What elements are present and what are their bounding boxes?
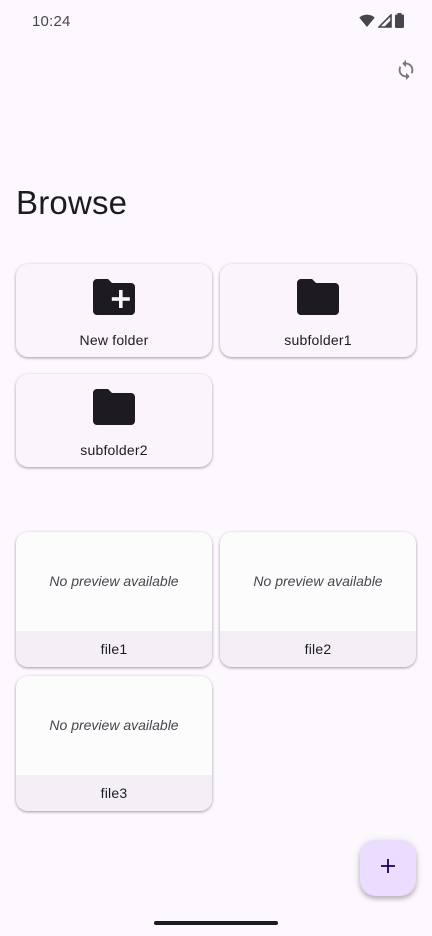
folder-card[interactable]: subfolder1 [220,264,416,357]
folder-label: subfolder2 [80,442,148,458]
file-card[interactable]: No preview available file2 [220,532,416,667]
no-preview-text: No preview available [49,573,179,589]
add-icon [379,857,397,880]
folder-icon [297,279,339,315]
create-new-folder-icon [93,279,135,315]
no-preview-text: No preview available [49,717,179,733]
add-fab-button[interactable] [360,840,416,896]
file-name: file3 [100,785,128,801]
new-folder-card[interactable]: New folder [16,264,212,357]
file-preview: No preview available [16,532,212,631]
folder-icon [93,389,135,425]
file-name-bar: file2 [220,631,416,667]
file-preview: No preview available [220,532,416,631]
browse-screen: 10:24 Browse New folder subfolder1 subfo… [0,0,432,936]
page-title: Browse [16,184,128,221]
status-bar: 10:24 [0,0,432,42]
folder-card[interactable]: subfolder2 [16,374,212,467]
sync-icon [395,59,417,86]
wifi-icon [359,14,375,28]
folder-label: subfolder1 [284,332,352,348]
file-name-bar: file1 [16,631,212,667]
signal-icon [378,13,392,28]
file-name: file1 [100,641,128,657]
folder-label: New folder [79,332,149,348]
battery-icon [395,13,404,28]
home-indicator[interactable] [154,921,278,925]
file-card[interactable]: No preview available file1 [16,532,212,667]
file-card[interactable]: No preview available file3 [16,676,212,811]
refresh-button[interactable] [392,58,420,86]
file-preview: No preview available [16,676,212,775]
status-time: 10:24 [32,13,71,30]
status-icons [359,13,404,28]
file-name: file2 [304,641,332,657]
no-preview-text: No preview available [253,573,383,589]
file-name-bar: file3 [16,775,212,811]
